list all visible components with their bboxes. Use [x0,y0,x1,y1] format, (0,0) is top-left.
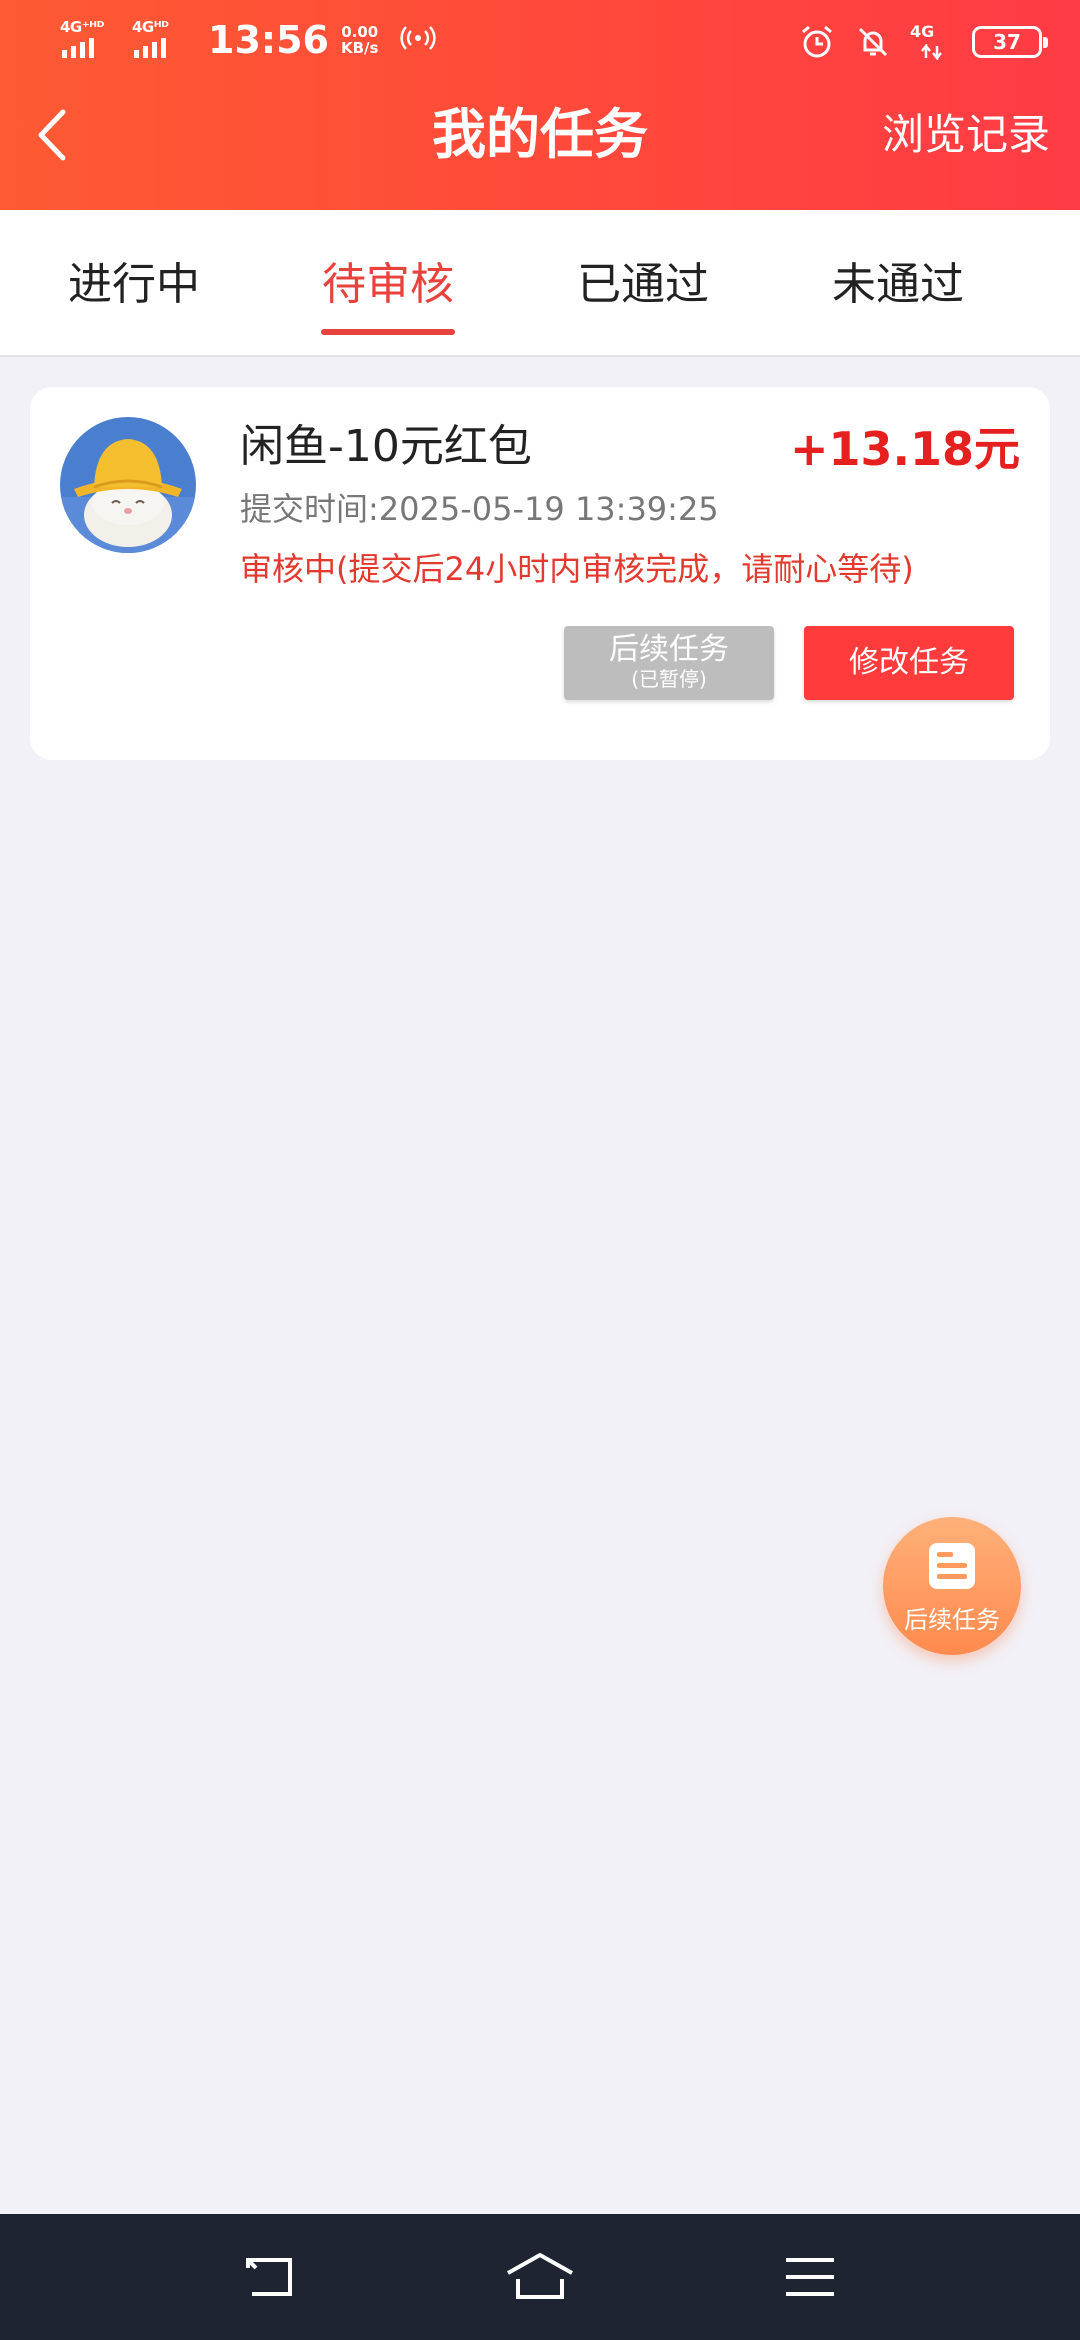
signal-indicator-2: 4Gᴴᴰ [132,18,192,62]
tab-label: 进行中 [68,259,200,310]
review-status-text: 审核中(提交后24小时内审核完成，请耐心等待) [240,550,914,588]
followup-task-fab[interactable]: 后续任务 [883,1517,1021,1655]
submit-time-value: 2025-05-19 13:39:25 [378,490,719,528]
mobile-data-label: 4G [910,22,935,41]
home-icon [507,2253,573,2299]
status-bar-right: 4G 37 [798,20,1048,64]
followup-task-button[interactable]: 后续任务 (已暂停) [564,626,774,700]
tab-in-progress[interactable]: 进行中 [34,210,234,355]
tab-label: 未通过 [832,259,964,310]
followup-task-label: 后续任务 [609,632,729,667]
tab-label: 待审核 [322,259,454,310]
network-speed-value: 0.00 [341,23,379,41]
system-nav-bar [0,2214,1080,2340]
alarm-icon [798,23,836,61]
status-clock: 13:56 [208,18,329,62]
tab-approved[interactable]: 已通过 [543,210,743,355]
browse-history-link[interactable]: 浏览记录 [882,100,1050,170]
mute-bell-icon [854,23,892,61]
nav-menu-button[interactable] [770,2242,850,2312]
signal-indicator-1: 4G⁺ᴴᴰ [60,18,120,62]
tab-label: 已通过 [577,259,709,310]
status-bar-left: 4G⁺ᴴᴰ 4Gᴴᴰ 13:56 0.00 KB/s [60,18,437,62]
back-button[interactable] [22,100,82,170]
status-tabs: 进行中 待审核 已通过 未通过 [0,210,1080,357]
network-speed: 0.00 KB/s [341,24,378,56]
signal-bars-icon [62,38,94,58]
network-type-label: 4G⁺ᴴᴰ [60,18,104,36]
menu-icon [786,2258,834,2296]
signal-bars-icon [134,38,166,58]
tab-pending-review[interactable]: 待审核 [288,210,488,355]
task-reward: +13.18元 [789,422,1020,476]
network-speed-unit: KB/s [340,39,379,57]
mobile-data-indicator: 4G [910,22,954,62]
battery-icon: 37 [972,26,1048,58]
status-bar: 4G⁺ᴴᴰ 4Gᴴᴰ 13:56 0.00 KB/s 4G 37 [0,0,1080,80]
nav-back-button[interactable] [230,2242,310,2312]
submit-time-label: 提交时间: [240,490,379,528]
back-arrow-icon [246,2258,292,2296]
tab-rejected[interactable]: 未通过 [798,210,998,355]
modify-task-button[interactable]: 修改任务 [804,626,1014,700]
chevron-left-icon [38,109,66,161]
title-bar: 我的任务 浏览记录 [0,80,1080,210]
hotspot-icon [400,22,437,58]
submit-time: 提交时间:2025-05-19 13:39:25 [240,487,719,531]
task-card[interactable]: 闲鱼-10元红包 +13.18元 提交时间:2025-05-19 13:39:2… [30,387,1050,760]
app-header: 4G⁺ᴴᴰ 4Gᴴᴰ 13:56 0.00 KB/s 4G 37 我的任务 浏览… [0,0,1080,210]
active-tab-indicator [321,329,455,335]
task-title: 闲鱼-10元红包 [240,421,532,472]
followup-task-status: (已暂停) [631,667,707,691]
avatar [60,417,196,553]
network-type-label: 4Gᴴᴰ [132,18,169,36]
nav-home-button[interactable] [500,2242,580,2312]
fab-label: 后续任务 [904,1606,1000,1634]
battery-level: 37 [993,30,1021,54]
task-list-icon [929,1543,975,1589]
